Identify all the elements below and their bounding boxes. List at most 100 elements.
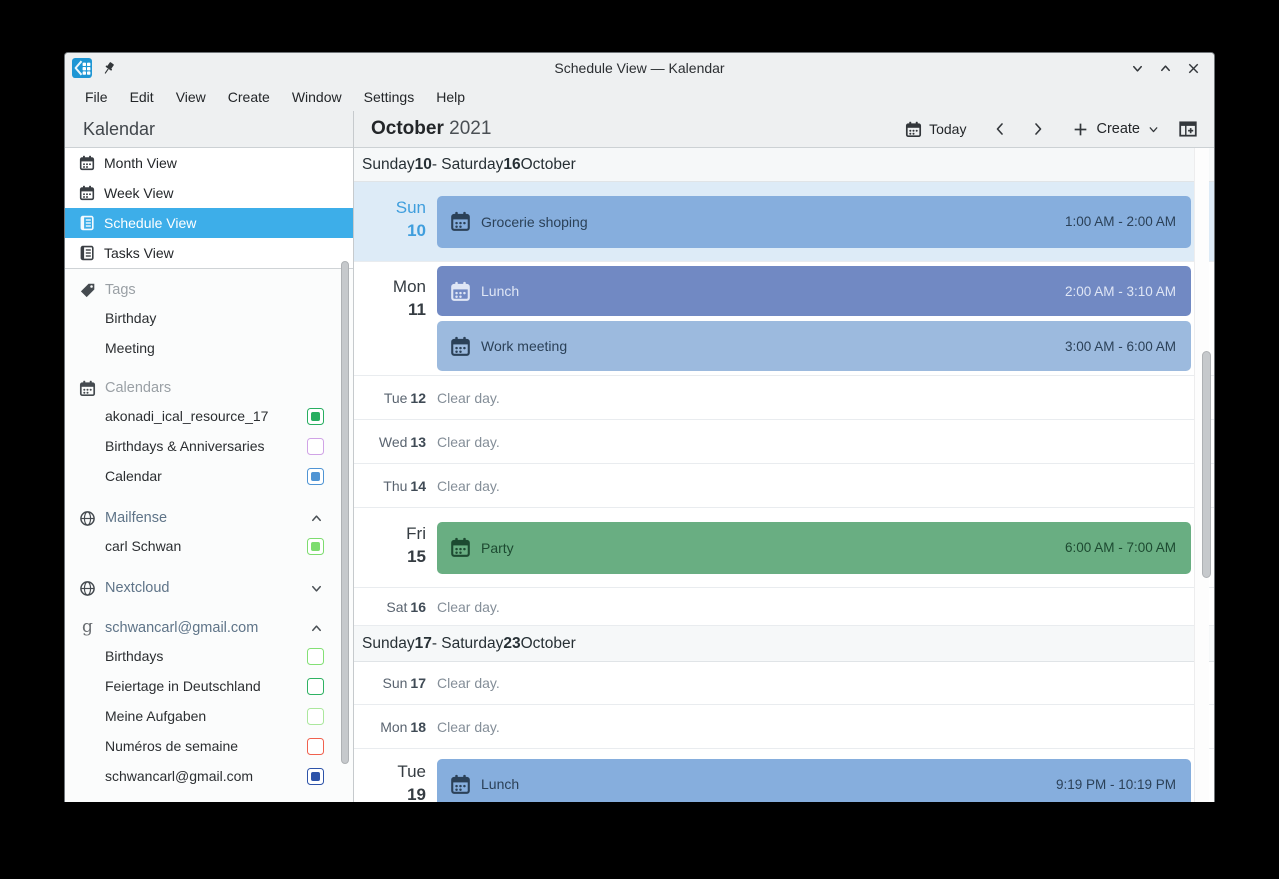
window-title: Schedule View — Kalendar — [65, 60, 1214, 76]
window-controls — [1130, 61, 1214, 76]
sidebar-item-tasks-view[interactable]: Tasks View — [65, 238, 353, 268]
event-title: Work meeting — [481, 338, 1065, 354]
close-button[interactable] — [1186, 61, 1201, 76]
week-header: Sunday 17 - Saturday 23 October — [354, 626, 1214, 662]
calendar-tree: Tags Birthday Meeting Calendars akonadi — [65, 269, 353, 802]
calendar-checkbox[interactable] — [307, 678, 324, 695]
calendar-checkbox[interactable] — [307, 648, 324, 665]
week-header: Sunday 10 - Saturday 16 October — [354, 148, 1214, 182]
event-lunch[interactable]: Lunch 9:19 PM - 10:19 PM — [437, 759, 1191, 802]
clear-day-label: Clear day. — [437, 434, 500, 450]
calendar-icon — [450, 537, 471, 558]
menu-create[interactable]: Create — [217, 85, 281, 109]
event-grocerie-shoping[interactable]: Grocerie shoping 1:00 AM - 2:00 AM — [437, 196, 1191, 248]
calendar-checkbox[interactable] — [307, 438, 324, 455]
event-title: Party — [481, 540, 1065, 556]
globe-icon — [79, 580, 96, 597]
tasks-icon — [79, 245, 95, 261]
calendar-checkbox[interactable] — [307, 408, 324, 425]
menu-window[interactable]: Window — [281, 85, 353, 109]
chevron-down-icon[interactable] — [309, 581, 324, 596]
calendar-icon — [450, 774, 471, 795]
chevron-up-icon[interactable] — [309, 621, 324, 636]
account-header-gmail[interactable]: g schwancarl@gmail.com — [65, 615, 353, 641]
calendar-item-akonadi[interactable]: akonadi_ical_resource_17 — [65, 401, 353, 431]
calendar-icon — [905, 121, 922, 138]
calendar-icon — [79, 185, 95, 201]
event-time: 9:19 PM - 10:19 PM — [1056, 777, 1176, 792]
clear-day-label: Clear day. — [437, 719, 500, 735]
calendar-icon — [450, 336, 471, 357]
next-button[interactable] — [1030, 121, 1046, 137]
menu-view[interactable]: View — [165, 85, 217, 109]
sidebar-title: Kalendar — [65, 111, 353, 148]
previous-button[interactable] — [992, 121, 1008, 137]
event-party[interactable]: Party 6:00 AM - 7:00 AM — [437, 522, 1191, 574]
sidebar-item-month-view[interactable]: Month View — [65, 148, 353, 178]
add-panel-icon[interactable] — [1178, 119, 1198, 139]
calendar-checkbox[interactable] — [307, 468, 324, 485]
day-label: Sun17 — [354, 675, 426, 691]
tag-item-meeting[interactable]: Meeting — [65, 333, 353, 363]
calendar-checkbox[interactable] — [307, 768, 324, 785]
tag-icon — [79, 282, 96, 299]
menu-file[interactable]: File — [74, 85, 119, 109]
calendar-item-numeros-de-semaine[interactable]: Numéros de semaine — [65, 731, 353, 761]
day-label: Sun 10 — [354, 182, 426, 261]
calendar-item-carl-schwan[interactable]: carl Schwan — [65, 531, 353, 561]
calendar-checkbox[interactable] — [307, 738, 324, 755]
sidebar: Kalendar Month View Week View Schedule V… — [65, 111, 354, 802]
maximize-button[interactable] — [1158, 61, 1173, 76]
view-label: Month View — [104, 155, 177, 171]
day-label: Sat16 — [354, 599, 426, 615]
minimize-button[interactable] — [1130, 61, 1145, 76]
schedule-row-fri-15: Fri 15 Party 6:00 AM - 7:00 AM — [354, 508, 1214, 588]
desktop-background: Schedule View — Kalendar File Edit View … — [0, 0, 1279, 879]
schedule-view: Sunday 10 - Saturday 16 October Sun 10 G… — [354, 148, 1214, 802]
calendar-icon — [450, 211, 471, 232]
schedule-row-sun-10: Sun 10 Grocerie shoping 1:00 AM - 2:00 A… — [354, 182, 1214, 262]
calendar-item-feiertage[interactable]: Feiertage in Deutschland — [65, 671, 353, 701]
calendar-item-birthdays-anniversaries[interactable]: Birthdays & Anniversaries — [65, 431, 353, 461]
event-time: 1:00 AM - 2:00 AM — [1065, 214, 1176, 229]
calendar-checkbox[interactable] — [307, 708, 324, 725]
plus-icon — [1072, 121, 1089, 138]
day-label: Thu14 — [354, 478, 426, 494]
sidebar-item-schedule-view[interactable]: Schedule View — [65, 208, 353, 238]
menu-settings[interactable]: Settings — [353, 85, 426, 109]
pin-icon[interactable] — [101, 61, 116, 76]
today-button[interactable]: Today — [905, 121, 966, 138]
calendar-item-birthdays[interactable]: Birthdays — [65, 641, 353, 671]
schedule-scrollbar[interactable] — [1202, 351, 1211, 578]
event-lunch[interactable]: Lunch 2:00 AM - 3:10 AM — [437, 266, 1191, 316]
schedule-row-mon-18: Mon18 Clear day. — [354, 705, 1214, 749]
event-work-meeting[interactable]: Work meeting 3:00 AM - 6:00 AM — [437, 321, 1191, 371]
account-header-nextcloud[interactable]: Nextcloud — [65, 575, 353, 601]
menu-edit[interactable]: Edit — [119, 85, 165, 109]
account-header-mailfense[interactable]: Mailfense — [65, 505, 353, 531]
calendar-item-calendar[interactable]: Calendar — [65, 461, 353, 491]
sidebar-scrollbar[interactable] — [341, 261, 349, 764]
menu-help[interactable]: Help — [425, 85, 476, 109]
calendar-checkbox[interactable] — [307, 538, 324, 555]
calendar-item-schwancarl[interactable]: schwancarl@gmail.com — [65, 761, 353, 791]
calendars-section-header[interactable]: Calendars — [65, 375, 353, 401]
sidebar-item-week-view[interactable]: Week View — [65, 178, 353, 208]
calendar-item-meine-aufgaben[interactable]: Meine Aufgaben — [65, 701, 353, 731]
page-title: October 2021 — [371, 118, 491, 140]
google-icon: g — [79, 620, 96, 637]
schedule-icon — [79, 215, 95, 231]
clear-day-label: Clear day. — [437, 675, 500, 691]
schedule-row-tue-12: Tue12 Clear day. — [354, 376, 1214, 420]
chevron-up-icon[interactable] — [309, 511, 324, 526]
create-button[interactable]: Create — [1072, 121, 1160, 138]
schedule-row-sat-16: Sat16 Clear day. — [354, 588, 1214, 626]
main-panel: October 2021 Today — [354, 111, 1214, 802]
globe-icon — [79, 510, 96, 527]
tags-section-header[interactable]: Tags — [65, 277, 353, 303]
day-label: Fri 15 — [354, 508, 426, 587]
tag-item-birthday[interactable]: Birthday — [65, 303, 353, 333]
titlebar[interactable]: Schedule View — Kalendar — [65, 53, 1214, 83]
event-time: 3:00 AM - 6:00 AM — [1065, 339, 1176, 354]
view-label: Schedule View — [104, 215, 196, 231]
